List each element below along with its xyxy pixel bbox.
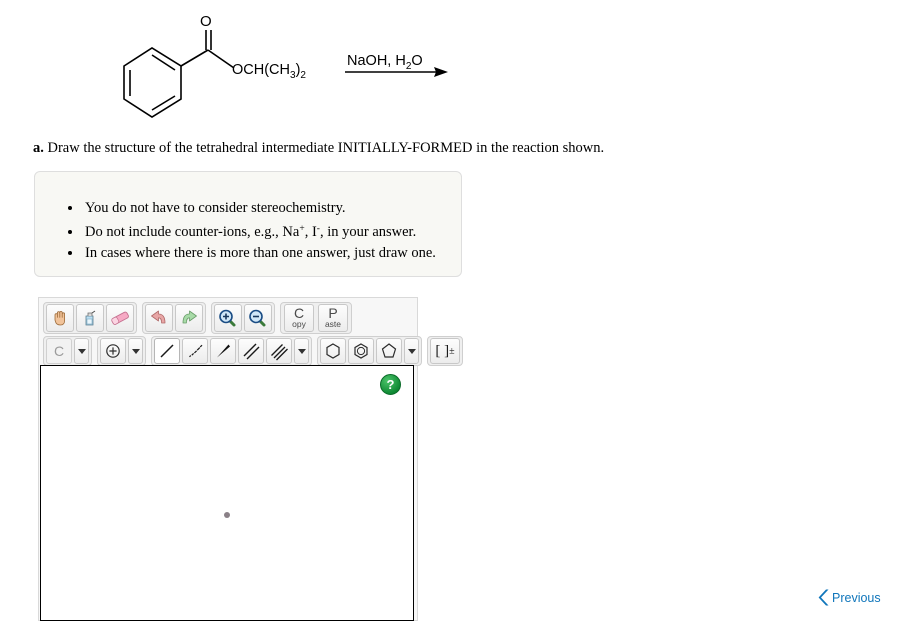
single-bond-tool[interactable] [154, 338, 180, 364]
instruction-text: You do not have to consider stereochemis… [85, 200, 346, 216]
single-bond-icon [160, 344, 174, 358]
copy-button-suffix: opy [292, 319, 306, 329]
ring-dropdown-arrow[interactable] [404, 338, 419, 364]
triple-bond-tool[interactable] [266, 338, 292, 364]
ester-group-label: OCH(CH3)2 [232, 62, 306, 81]
zoom-out-tool[interactable] [244, 304, 272, 332]
zoom-out-icon [249, 309, 266, 327]
bracket-charge-tool[interactable]: [ ] ± [430, 338, 460, 364]
plus-circle-icon [106, 344, 120, 358]
cyclopentane-ring-tool[interactable] [376, 338, 402, 364]
instruction-list: You do not have to consider stereochemis… [35, 172, 461, 264]
chevron-down-icon [407, 348, 416, 354]
reagents-label: NaOH, H2O [347, 53, 423, 72]
chevron-down-icon [131, 348, 140, 354]
instruction-text: Do not include counter-ions, e.g., Na [85, 224, 300, 240]
previous-label: Previous [832, 590, 881, 605]
toolbar-group-history [142, 302, 206, 334]
benzene-ring-icon [354, 343, 368, 359]
chevron-down-icon [297, 348, 306, 354]
double-bond-icon [243, 343, 260, 360]
carbon-element-label: C [53, 343, 65, 359]
question-text: Draw the structure of the tetrahedral in… [47, 140, 605, 156]
redo-tool[interactable] [175, 304, 203, 332]
paste-button[interactable]: P aste [318, 304, 348, 332]
toolbar-group-element: C [43, 336, 92, 366]
sketcher-toolbar-row-1: C opy P aste [43, 302, 417, 334]
paste-button-suffix: aste [324, 319, 342, 329]
instruction-text: In cases where there is more than one an… [85, 245, 436, 261]
toolbar-group-zoom [211, 302, 275, 334]
hashed-wedge-bond-tool[interactable] [182, 338, 208, 364]
element-dropdown-arrow[interactable] [74, 338, 89, 364]
spray-bottle-icon [85, 310, 96, 326]
previous-link[interactable]: Previous [818, 588, 881, 607]
zoom-in-icon [219, 309, 236, 327]
chevron-down-icon [77, 348, 86, 354]
toolbar-group-bonds [151, 336, 312, 366]
copy-button[interactable]: C opy [284, 304, 314, 332]
list-item: In cases where there is more than one an… [83, 243, 461, 264]
carbonyl-oxygen-label: O [200, 13, 212, 30]
undo-tool[interactable] [145, 304, 173, 332]
hashed-wedge-bond-icon [189, 344, 203, 358]
question-label: a. [33, 140, 44, 156]
bracket-charge-superscript: ± [449, 345, 455, 357]
benzene-ring-tool[interactable] [348, 338, 374, 364]
redo-arrow-icon [182, 310, 197, 324]
zoom-in-tool[interactable] [214, 304, 242, 332]
bold-wedge-bond-icon [217, 344, 230, 358]
charge-dropdown-arrow[interactable] [128, 338, 143, 364]
eraser-icon [111, 311, 129, 325]
toolbar-group-rings [317, 336, 422, 366]
eraser-tool[interactable] [106, 304, 134, 332]
help-button[interactable]: ? [380, 374, 401, 395]
toolbar-group-charge [97, 336, 146, 366]
drawing-canvas[interactable] [40, 365, 414, 621]
copy-button-initial: C [293, 305, 305, 321]
reaction-scheme: O OCH(CH3)2 NaOH, H2O [0, 0, 520, 130]
undo-arrow-icon [151, 310, 166, 324]
list-item: You do not have to consider stereochemis… [83, 198, 461, 219]
clean-structure-tool[interactable] [76, 304, 104, 332]
canvas-atom-dot[interactable] [224, 512, 230, 518]
pentagon-icon [381, 343, 397, 358]
triple-bond-icon [271, 344, 288, 361]
bold-wedge-bond-tool[interactable] [210, 338, 236, 364]
paste-button-initial: P [328, 305, 338, 321]
hexagon-icon [326, 343, 340, 359]
reaction-scheme-svg: O OCH(CH3)2 NaOH, H2O [123, 13, 448, 118]
toolbar-group-clipboard: C opy P aste [280, 302, 352, 334]
list-item: Do not include counter-ions, e.g., Na+, … [83, 219, 461, 243]
pan-hand-tool[interactable] [46, 304, 74, 332]
carbon-element-tool[interactable]: C [46, 338, 72, 364]
toolbar-group-edit [43, 302, 137, 334]
charge-tool[interactable] [100, 338, 126, 364]
instruction-text-mid: , I [304, 224, 317, 240]
instructions-panel: You do not have to consider stereochemis… [34, 171, 462, 277]
bracket-charge-label: [ ] [435, 342, 450, 359]
instruction-text-post: , in your answer. [319, 224, 417, 240]
toolbar-group-bracket: [ ] ± [427, 336, 463, 366]
cyclohexane-ring-tool[interactable] [320, 338, 346, 364]
double-bond-tool[interactable] [238, 338, 264, 364]
bond-dropdown-arrow[interactable] [294, 338, 309, 364]
sketcher-toolbar-row-2: C [] ± [43, 336, 463, 366]
hand-icon [54, 311, 65, 326]
chevron-left-icon [818, 588, 831, 607]
question-prompt: a. Draw the structure of the tetrahedral… [33, 139, 604, 157]
